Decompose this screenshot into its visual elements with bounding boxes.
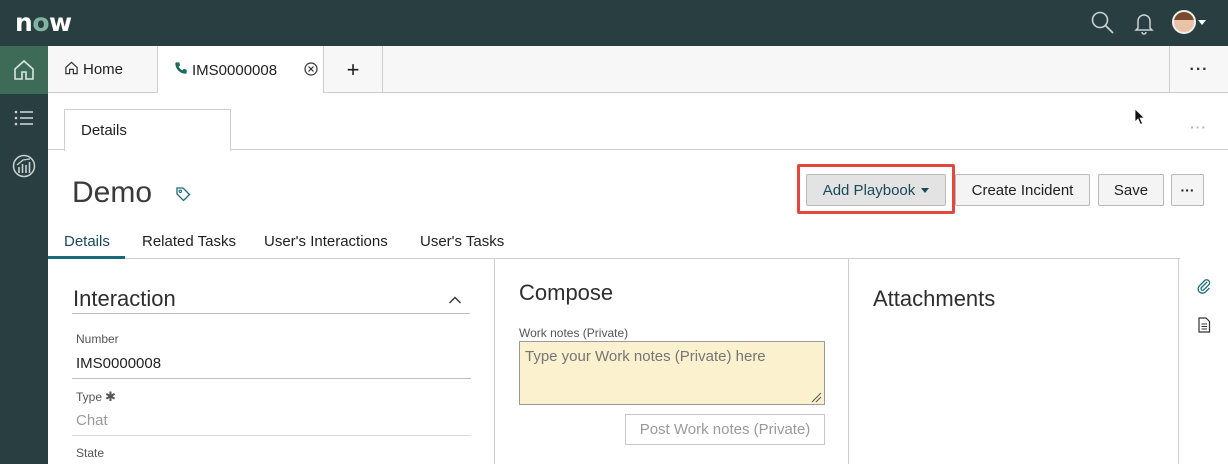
type-field[interactable]: Chat	[76, 412, 108, 429]
section-title-interaction: Interaction	[73, 286, 176, 311]
add-tab-button[interactable]: +	[324, 46, 383, 93]
mouse-cursor-icon	[1134, 108, 1146, 131]
post-work-notes-button[interactable]: Post Work notes (Private)	[625, 414, 825, 445]
workspace-tab-bar: Home IMS0000008 + ···	[48, 46, 1228, 94]
attachments-panel: Attachments	[850, 259, 1179, 464]
chevron-down-icon[interactable]	[1198, 20, 1206, 25]
section-title-compose: Compose	[519, 280, 614, 305]
interaction-panel: Interaction Number IMS0000008 Type ✱ Chat…	[48, 259, 495, 464]
divider	[72, 378, 471, 379]
work-notes-input[interactable]	[519, 341, 825, 405]
bell-icon[interactable]	[1131, 10, 1157, 36]
avatar[interactable]	[1172, 10, 1196, 34]
top-bar: now	[0, 0, 1228, 46]
section-title-attachments: Attachments	[873, 286, 996, 311]
plus-icon: +	[346, 56, 360, 82]
servicenow-logo[interactable]: now	[15, 8, 72, 37]
highlight-box	[797, 164, 955, 214]
state-label: State	[76, 446, 105, 460]
subtab-details[interactable]: Details	[64, 109, 231, 151]
tag-icon[interactable]	[175, 186, 191, 207]
tab-home[interactable]: Home	[48, 46, 158, 93]
number-label: Number	[76, 332, 119, 346]
tab-ims0000008[interactable]: IMS0000008	[158, 46, 324, 94]
resize-handle-icon[interactable]	[810, 390, 822, 408]
number-field[interactable]: IMS0000008	[76, 355, 161, 372]
form-tab-details[interactable]: Details	[64, 233, 110, 250]
form-tabs: Details Related Tasks User's Interaction…	[48, 228, 1180, 259]
home-icon	[64, 60, 79, 79]
tab-label: Home	[83, 61, 124, 78]
document-icon[interactable]	[1197, 317, 1211, 338]
type-label: Type ✱	[76, 389, 116, 404]
form-tab-users-tasks[interactable]: User's Tasks	[420, 233, 504, 250]
subtab-overflow-button[interactable]: ···	[1190, 119, 1207, 135]
save-button[interactable]: Save	[1098, 174, 1164, 206]
record-title: Demo	[72, 176, 153, 209]
phone-icon	[174, 61, 188, 79]
create-incident-button[interactable]: Create Incident	[955, 174, 1090, 206]
close-icon[interactable]	[304, 62, 318, 80]
form-tab-users-interactions[interactable]: User's Interactions	[264, 233, 388, 250]
work-notes-label: Work notes (Private)	[519, 326, 629, 340]
sub-tab-bar: Details ···	[48, 93, 1228, 151]
tab-overflow-button[interactable]: ···	[1169, 46, 1228, 93]
divider	[72, 313, 470, 314]
form-tab-related-tasks[interactable]: Related Tasks	[142, 233, 236, 250]
search-icon[interactable]	[1090, 10, 1116, 36]
right-rail	[1180, 259, 1228, 464]
tab-label: IMS0000008	[192, 61, 278, 79]
list-icon[interactable]	[0, 94, 48, 142]
chevron-up-icon[interactable]	[448, 292, 462, 310]
divider	[72, 435, 471, 436]
required-icon: ✱	[105, 389, 116, 404]
left-navigation	[0, 46, 48, 464]
more-actions-button[interactable]: ···	[1171, 174, 1204, 206]
analytics-icon[interactable]	[0, 142, 48, 190]
compose-panel: Compose Work notes (Private) Post Work n…	[496, 259, 849, 464]
paperclip-icon[interactable]	[1196, 277, 1212, 300]
home-icon[interactable]	[0, 46, 48, 94]
